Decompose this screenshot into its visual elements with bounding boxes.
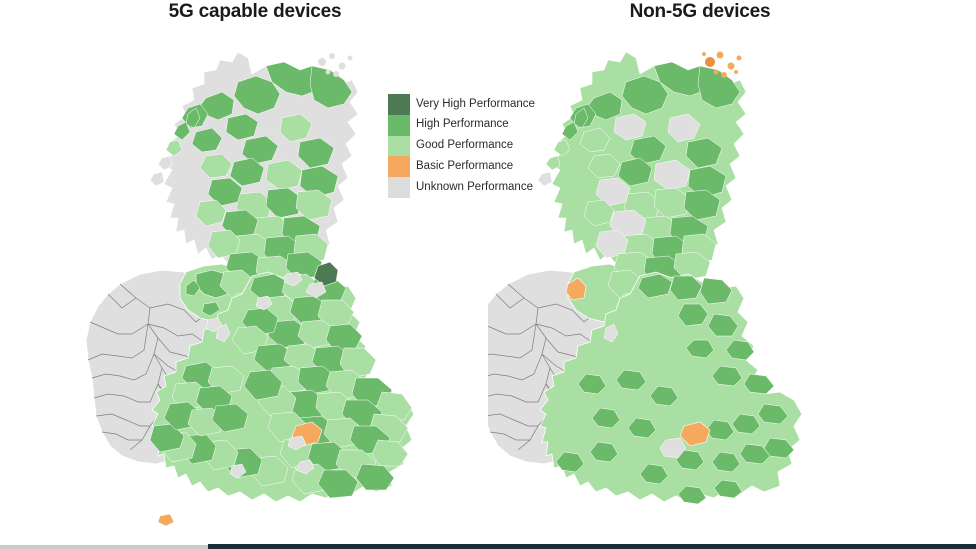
performance-legend: Very High Performance High Performance G… xyxy=(388,94,540,198)
screenshot-stage: 5G capable devices Non-5G devices Very H… xyxy=(0,0,976,549)
legend-item-high-performance: High Performance xyxy=(416,118,509,131)
legend-swatch-very-high-performance xyxy=(388,94,410,115)
legend-item-basic-performance: Basic Performance xyxy=(416,160,514,173)
legend-item-good-performance: Good Performance xyxy=(416,139,514,152)
legend-item-very-high-performance: Very High Performance xyxy=(416,97,535,110)
legend-swatch-unknown-performance xyxy=(388,177,410,198)
map-title-left: 5G capable devices xyxy=(168,1,342,22)
video-progress-bar[interactable] xyxy=(0,543,976,549)
legend-item-unknown-performance: Unknown Performance xyxy=(416,180,533,193)
progress-fill[interactable] xyxy=(208,544,976,549)
uk-ireland-choropleth-right xyxy=(488,51,803,505)
map-non-5g-devices[interactable] xyxy=(488,22,976,527)
legend-label-column: Very High Performance High Performance G… xyxy=(416,94,540,198)
map-title-right: Non-5G devices xyxy=(629,1,771,22)
legend-swatch-high-performance xyxy=(388,114,410,136)
legend-swatch-good-performance xyxy=(388,135,410,157)
legend-swatch-column xyxy=(388,94,410,198)
legend-swatch-basic-performance xyxy=(388,156,410,178)
